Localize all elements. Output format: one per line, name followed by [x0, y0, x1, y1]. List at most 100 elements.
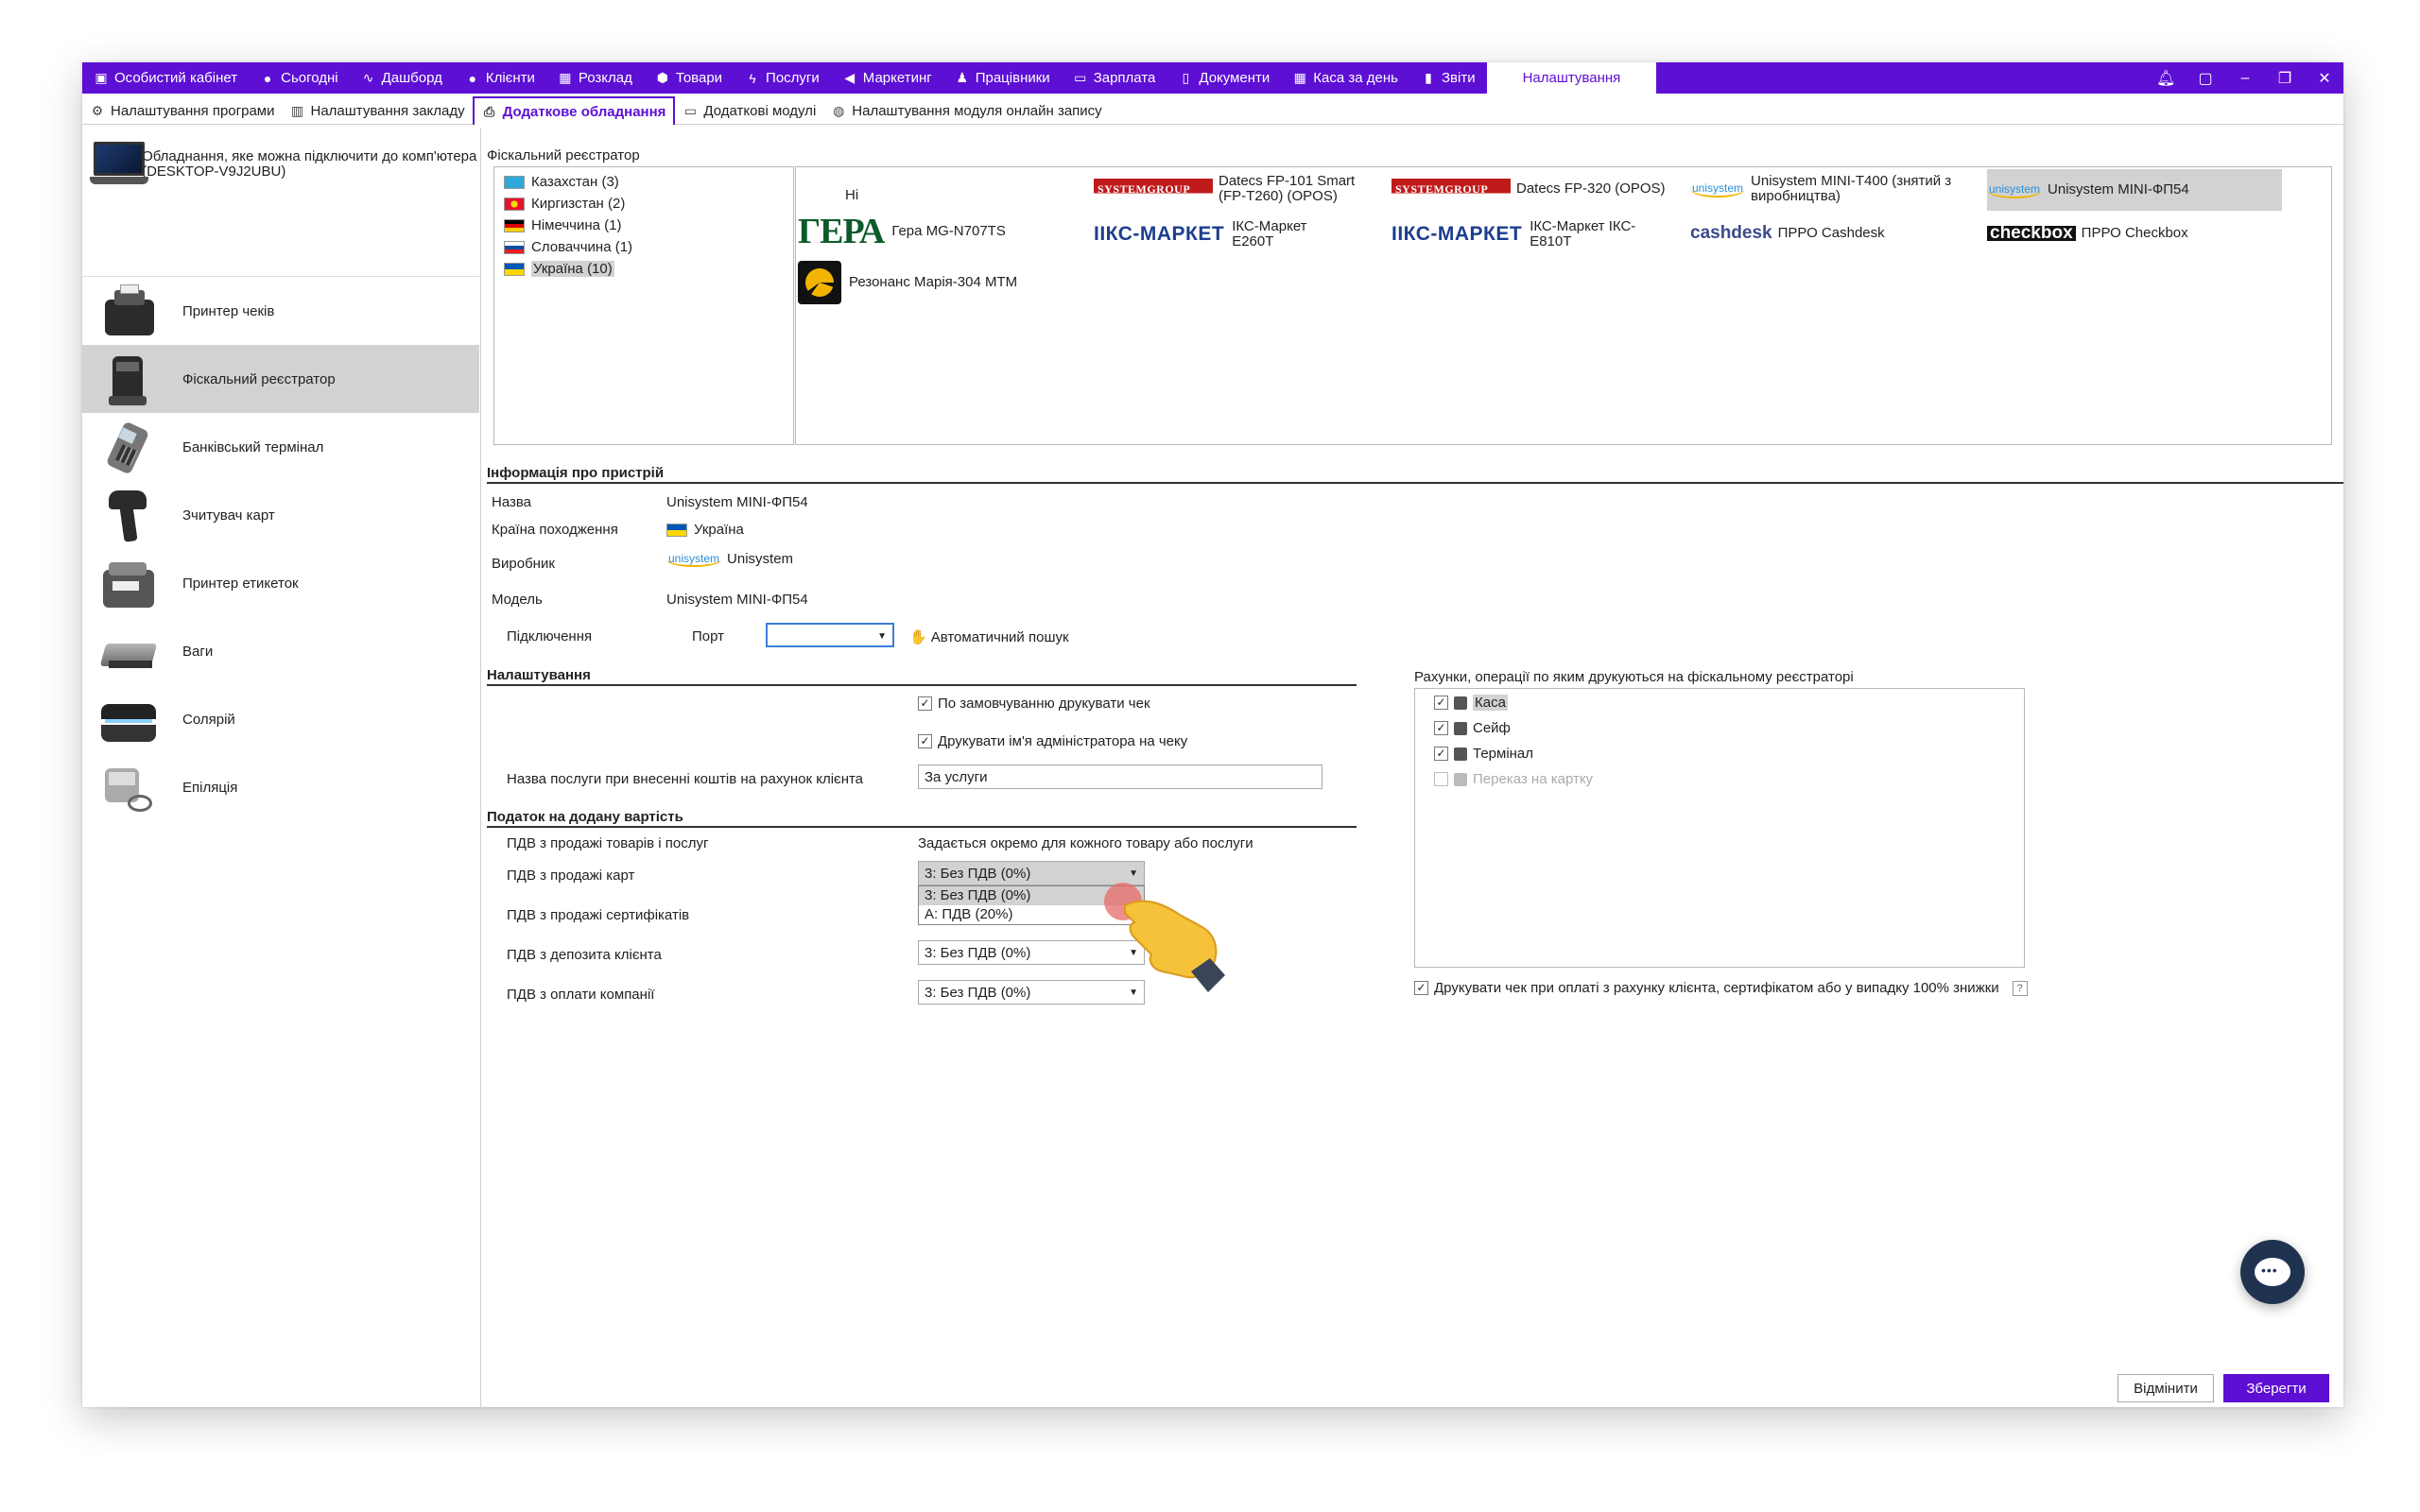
minimize-icon[interactable]: – — [2236, 70, 2255, 87]
model-rezonans[interactable]: Резонанс Марія-304 МТМ — [798, 260, 1017, 305]
country-item[interactable]: Казахстан (3) — [494, 171, 793, 193]
bell-icon[interactable]: 🔔︎ — [2156, 69, 2175, 88]
nav-label: Дашборд — [381, 70, 442, 86]
document-icon: ▯ — [1182, 70, 1190, 85]
card-icon — [1454, 772, 1467, 786]
device-item-scales[interactable]: Ваги — [82, 617, 479, 685]
nav-item-schedule[interactable]: ▦ Розклад — [546, 62, 644, 94]
nav-item-cashday[interactable]: ▦ Каса за день — [1281, 62, 1409, 94]
device-list: Принтер чеків Фіскальний реєстратор Банк… — [82, 276, 479, 821]
account-cash-checkbox[interactable]: ✓ Каса — [1434, 695, 1508, 711]
nav-item-services[interactable]: ϟ Послуги — [734, 62, 831, 94]
model-datecs-320[interactable]: SYSTEMGROUP Datecs FP-320 (OPOS) — [1392, 169, 1675, 209]
unisystem-logo: unisystem — [666, 551, 722, 567]
safe-icon — [1454, 721, 1467, 735]
device-info-title: Інформація про пристрій — [487, 465, 665, 481]
model-iks-e810t[interactable]: ІІКС-МАРКЕТ ІКС-Маркет ІКС-Е810Т — [1392, 215, 1675, 254]
restore-icon[interactable]: ❐ — [2275, 69, 2294, 88]
lock-icon[interactable]: ▢ — [2196, 69, 2215, 88]
save-button[interactable]: Зберегти — [2223, 1374, 2329, 1402]
tab-online-booking[interactable]: ◍ Налаштування модуля онлайн запису — [823, 98, 1109, 124]
device-item-solarium[interactable]: Солярій — [82, 685, 479, 753]
person-icon: ♟ — [956, 70, 968, 85]
close-icon[interactable]: ✕ — [2315, 69, 2334, 88]
section-divider — [487, 826, 1357, 828]
nav-label: Сьогодні — [281, 70, 338, 86]
account-terminal-checkbox[interactable]: ✓ Термінал — [1434, 746, 1533, 762]
bank-terminal-icon — [99, 419, 156, 475]
app-window: ▣ Особистий кабінет ● Сьогодні ∿ Дашборд ● К… — [82, 62, 2343, 1407]
tab-label: Додаткове обладнання — [502, 103, 666, 120]
model-label: ІКС-Маркет Е260Т — [1232, 218, 1307, 249]
cancel-button[interactable]: Відмінити — [2118, 1374, 2214, 1402]
device-label: Епіляція — [182, 779, 238, 796]
device-label: Принтер чеків — [182, 302, 275, 319]
tab-label: Налаштування модуля онлайн запису — [852, 103, 1102, 119]
country-item[interactable]: Словаччина (1) — [494, 236, 793, 258]
device-item-card-reader[interactable]: Зчитувач карт — [82, 481, 479, 549]
nav-item-settings[interactable]: Налаштування — [1486, 62, 1657, 94]
service-name-input[interactable]: За услуги — [918, 765, 1322, 789]
settings-title: Налаштування — [487, 667, 591, 683]
device-item-label-printer[interactable]: Принтер етикеток — [82, 549, 479, 617]
vat-certs-label: ПДВ з продажі сертифікатів — [507, 907, 690, 923]
scales-icon — [99, 623, 158, 679]
nav-item-dashboard[interactable]: ∿ Дашборд — [350, 62, 454, 94]
device-item-epilation[interactable]: Епіляція — [82, 753, 479, 821]
tab-modules[interactable]: ▭ Додаткові модулі — [675, 98, 823, 124]
port-select[interactable]: ▼ — [766, 623, 894, 647]
model-unisystem-t400[interactable]: unisystem Unisystem MINI-T400 (знятий з в… — [1690, 169, 1974, 209]
country-item[interactable]: Киргизстан (2) — [494, 193, 793, 215]
tab-program-settings[interactable]: ⚙ Налаштування програми — [82, 98, 283, 124]
print-100-discount-checkbox[interactable]: ✓ Друкувати чек при оплаті з рахунку кліє… — [1414, 980, 2028, 996]
help-icon[interactable]: ? — [2012, 980, 2028, 996]
model-cashdesk[interactable]: cashdesk ПРРО Cashdesk — [1690, 215, 1974, 252]
model-datecs-101[interactable]: SYSTEMGROUP Datecs FP-101 Smart (FP-T260)… — [1094, 169, 1377, 209]
country-list[interactable]: Казахстан (3) Киргизстан (2) Німеччина (… — [493, 166, 794, 445]
flag-sk-icon — [504, 240, 525, 254]
device-item-receipt-printer[interactable]: Принтер чеків — [82, 277, 479, 345]
model-none[interactable]: Ні — [845, 184, 858, 207]
nav-item-reports[interactable]: ▮ Звіти — [1409, 62, 1487, 94]
nav-item-marketing[interactable]: ◀ Маркетинг — [831, 62, 943, 94]
print-admin-checkbox[interactable]: ✓ Друкувати ім'я адміністратора на чеку — [918, 733, 1187, 749]
nav-label: Особистий кабінет — [114, 70, 238, 86]
clock-icon: ● — [263, 70, 272, 86]
model-unisystem-fp54-selected[interactable]: unisystem Unisystem MINI-ФП54 — [1987, 169, 2282, 211]
connection-label: Підключення — [507, 628, 593, 644]
nav-item-staff[interactable]: ♟ Працівники — [943, 62, 1062, 94]
nav-label: Працівники — [975, 70, 1050, 86]
checkbox-icon: ✓ — [1414, 981, 1428, 995]
nav-item-salary[interactable]: ▭ Зарплата — [1062, 62, 1167, 94]
vat-title: Податок на додану вартість — [487, 809, 683, 825]
country-value-text: Україна — [694, 522, 744, 538]
flag-de-icon — [504, 218, 525, 232]
account-card-transfer-checkbox[interactable]: Переказ на картку — [1434, 771, 1593, 787]
account-safe-checkbox[interactable]: ✓ Сейф — [1434, 720, 1511, 736]
vat-company-label: ПДВ з оплати компанії — [507, 987, 655, 1003]
country-item-selected[interactable]: Україна (10) — [494, 258, 793, 280]
computer-header: Обладнання, яке можна підключити до комп… — [90, 138, 477, 191]
tab-label: Налаштування закладу — [310, 103, 465, 119]
nav-item-cabinet[interactable]: ▣ Особистий кабінет — [82, 62, 249, 94]
name-label: Назва — [492, 494, 532, 510]
model-gera[interactable]: ГЕРА Гера MG-N707TS — [798, 211, 1006, 252]
nav-item-clients[interactable]: ● Клієнти — [454, 62, 546, 94]
nav-item-today[interactable]: ● Сьогодні — [249, 62, 350, 94]
nav-item-goods[interactable]: ⬢ Товари — [644, 62, 734, 94]
scanner-icon — [99, 487, 156, 543]
nav-item-documents[interactable]: ▯ Документи — [1167, 62, 1281, 94]
device-item-fiscal[interactable]: Фіскальний реєстратор — [82, 345, 479, 413]
print-default-checkbox[interactable]: ✓ По замовчуванню друкувати чек — [918, 696, 1150, 712]
nav-label: Клієнти — [485, 70, 535, 86]
checkbox-icon: ✓ — [918, 696, 932, 711]
country-item[interactable]: Німеччина (1) — [494, 215, 793, 236]
auto-search-button[interactable]: ✋ Автоматичний пошук — [909, 628, 1069, 646]
device-item-bank-terminal[interactable]: Банківський термінал — [82, 413, 479, 481]
tab-equipment[interactable]: ⎙ Додаткове обладнання — [472, 96, 676, 125]
rezonans-logo — [798, 261, 841, 304]
chat-button[interactable] — [2240, 1240, 2305, 1304]
model-checkbox[interactable]: checkbox ПРРО Checkbox — [1987, 215, 2271, 252]
model-iks-e260t[interactable]: ІІКС-МАРКЕТ ІКС-Маркет Е260Т — [1094, 215, 1377, 254]
tab-venue-settings[interactable]: ▥ Налаштування закладу — [283, 98, 473, 124]
